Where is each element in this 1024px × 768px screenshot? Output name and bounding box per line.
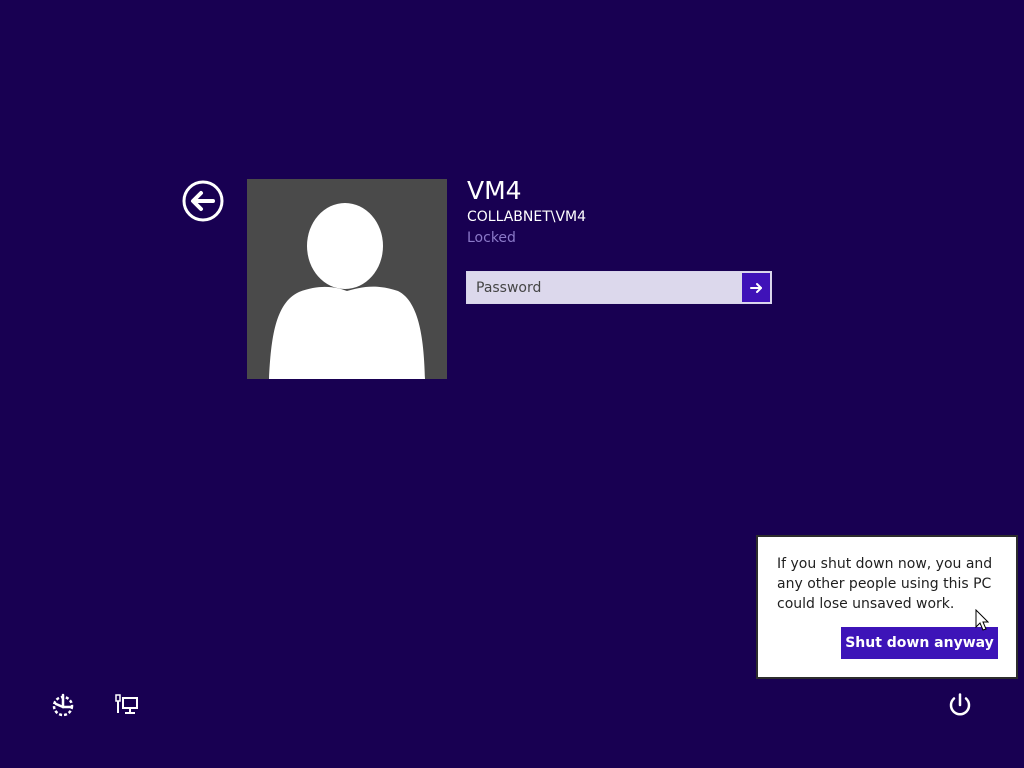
- user-silhouette-icon: [269, 203, 425, 379]
- power-button[interactable]: [944, 689, 976, 721]
- back-arrow-icon: [182, 180, 224, 222]
- power-icon: [949, 693, 971, 716]
- password-field-container: [466, 271, 772, 304]
- user-info: VM4 COLLABNET\VM4 Locked: [467, 176, 787, 248]
- back-button[interactable]: [182, 180, 224, 222]
- user-domain: COLLABNET\VM4: [467, 209, 587, 225]
- shutdown-warning-flyout: If you shut down now, you and any other …: [756, 535, 1018, 679]
- shut-down-anyway-button[interactable]: Shut down anyway: [841, 627, 998, 659]
- user-name: VM4: [467, 176, 522, 205]
- password-input[interactable]: [467, 272, 741, 303]
- user-avatar: [247, 179, 447, 379]
- network-icon: [115, 694, 138, 714]
- ease-of-access-button[interactable]: [47, 689, 79, 721]
- ease-of-access-icon: [52, 693, 74, 717]
- shutdown-warning-message: If you shut down now, you and any other …: [777, 556, 993, 612]
- network-button[interactable]: [111, 689, 143, 721]
- submit-password-button[interactable]: [742, 273, 770, 302]
- right-arrow-icon: [750, 282, 762, 293]
- user-status: Locked: [467, 230, 516, 246]
